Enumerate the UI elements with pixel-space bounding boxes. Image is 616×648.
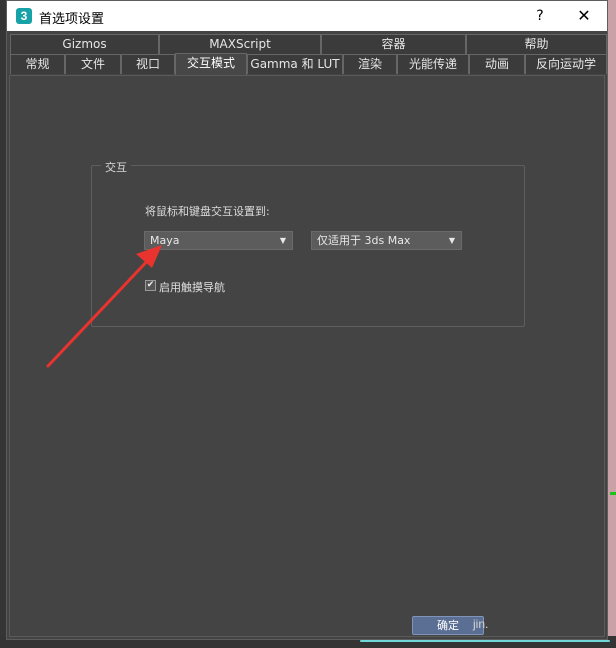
tab-panel <box>9 75 605 637</box>
preferences-dialog: 3 首选项设置 ? ✕ Gizmos MAXScript 容器 帮助 常规 文件… <box>6 0 608 640</box>
group-title: 交互 <box>101 159 131 175</box>
tab-containers[interactable]: 容器 <box>321 34 466 54</box>
touch-navigation-label: 启用触摸导航 <box>159 281 225 294</box>
interaction-mode-select[interactable]: Maya ▼ <box>144 231 293 250</box>
tab-files[interactable]: 文件 <box>65 54 121 74</box>
watermark-text: jin. <box>473 617 489 631</box>
title-bar: 3 首选项设置 ? ✕ <box>7 1 607 31</box>
tab-help[interactable]: 帮助 <box>466 34 607 54</box>
tab-maxscript[interactable]: MAXScript <box>159 34 321 54</box>
tab-inverse-kinematics[interactable]: 反向运动学 <box>525 54 607 74</box>
touch-navigation-checkbox[interactable]: ✔ <box>145 280 156 291</box>
app-icon: 3 <box>16 8 32 24</box>
tab-animation[interactable]: 动画 <box>469 54 525 74</box>
viewport-marker <box>610 492 616 495</box>
tab-radiosity[interactable]: 光能传递 <box>397 54 469 74</box>
tab-gizmos[interactable]: Gizmos <box>10 34 159 54</box>
window-title: 首选项设置 <box>39 12 105 27</box>
tab-general[interactable]: 常规 <box>10 54 65 74</box>
close-button[interactable]: ✕ <box>572 5 596 27</box>
dropdown-arrow-icon: ▼ <box>279 236 286 245</box>
dropdown-arrow-icon: ▼ <box>448 236 455 245</box>
interaction-mode-value: Maya <box>150 234 180 247</box>
interaction-scope-select[interactable]: 仅适用于 3ds Max ▼ <box>311 231 462 250</box>
tab-gamma-lut[interactable]: Gamma 和 LUT <box>247 54 343 74</box>
help-button[interactable]: ? <box>529 5 551 27</box>
interaction-prompt: 将鼠标和键盘交互设置到: <box>145 205 270 218</box>
interaction-scope-value: 仅适用于 3ds Max <box>317 234 411 247</box>
viewport-highlight <box>360 640 610 642</box>
tab-viewports[interactable]: 视口 <box>121 54 175 74</box>
tab-rendering[interactable]: 渲染 <box>343 54 397 74</box>
background-right <box>608 0 616 648</box>
tab-interaction-mode[interactable]: 交互模式 <box>175 53 247 75</box>
